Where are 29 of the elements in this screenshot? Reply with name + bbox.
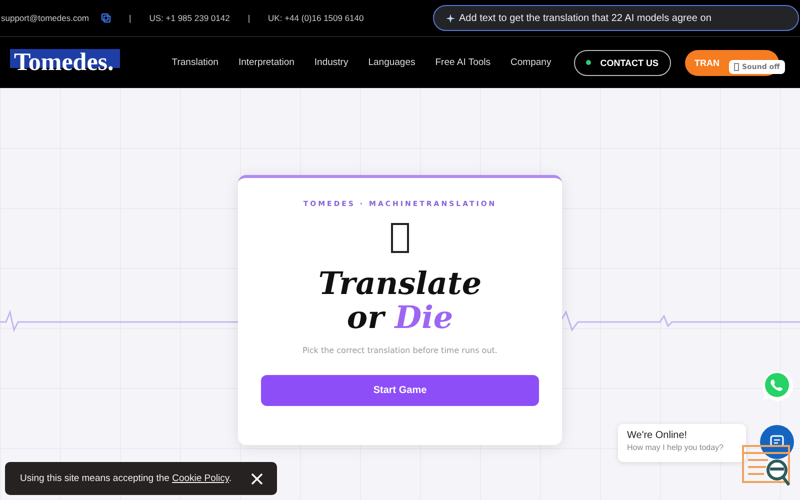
nav-link[interactable]: Translation xyxy=(172,57,218,68)
missing-glyph-icon xyxy=(391,223,409,253)
ai-prompt-field[interactable]: Add text to get the translation that 22 AI models agree on xyxy=(433,5,799,31)
chat-subtitle: How may I help you today? xyxy=(627,443,724,452)
title-text: or Die xyxy=(346,301,454,335)
cookie-policy-link[interactable]: Cookie Policy xyxy=(172,473,229,484)
close-icon[interactable] xyxy=(251,472,263,484)
contact-button[interactable]: CONTACT US xyxy=(574,50,671,76)
nav-link[interactable]: Industry xyxy=(314,57,348,68)
sparkle-icon xyxy=(446,14,455,22)
chat-title: We're Online! xyxy=(627,430,688,441)
chat-icon[interactable] xyxy=(760,425,794,459)
nav-link[interactable]: Languages xyxy=(368,57,416,68)
nav-link[interactable]: Company xyxy=(510,57,552,68)
cookie-text: Using this site means accepting the Cookie Policy. xyxy=(20,473,232,484)
subtitle-text: Pick the correct translation before time runs out. xyxy=(302,346,498,355)
email-text: support@tomedes.com xyxy=(1,13,90,23)
separator: | xyxy=(248,13,250,23)
title-text: Translate xyxy=(318,267,482,301)
phone-text: US: +1 985 239 0142 xyxy=(149,13,230,23)
browser-search-icon[interactable] xyxy=(742,445,792,487)
start-game-button[interactable]: Start Game xyxy=(261,375,539,406)
copy-icon[interactable] xyxy=(101,13,112,23)
nav-link[interactable]: Interpretation xyxy=(238,57,294,68)
chat-bubble[interactable]: We're Online! How may I help you today? xyxy=(618,424,746,462)
nav-link[interactable]: Free AI Tools xyxy=(435,57,491,68)
missing-glyph-icon xyxy=(734,63,739,71)
separator: | xyxy=(129,13,132,23)
phone-text: UK: +44 (0)16 1509 6140 xyxy=(268,13,364,23)
